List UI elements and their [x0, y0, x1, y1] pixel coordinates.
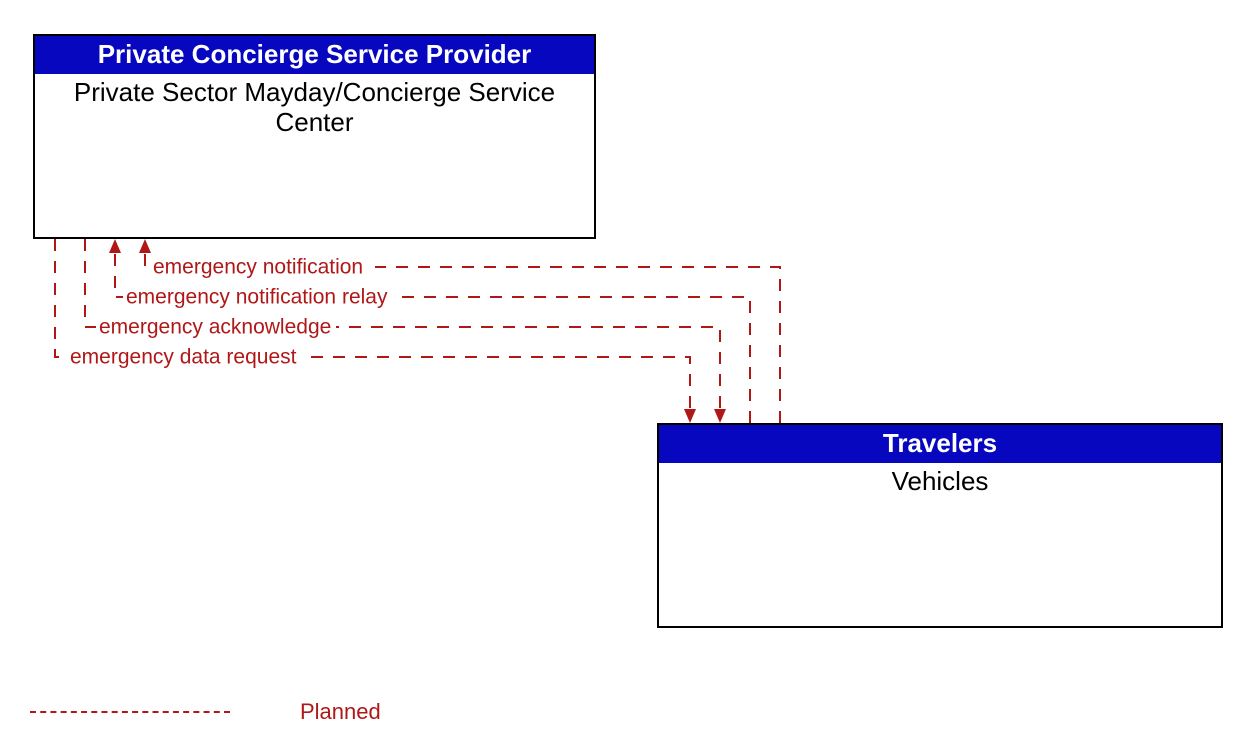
- legend-planned: Planned: [30, 699, 381, 725]
- entity-travelers-header: Travelers: [659, 425, 1221, 463]
- legend-line-icon: [30, 711, 230, 713]
- flow-emergency-acknowledge: emergency acknowledge: [85, 239, 726, 423]
- flow-emergency-notification: emergency notification: [139, 239, 780, 423]
- entity-provider-header: Private Concierge Service Provider: [35, 36, 594, 74]
- entity-provider-box: Private Concierge Service Provider Priva…: [33, 34, 596, 239]
- flow-label-emergency-data-request: emergency data request: [70, 346, 297, 369]
- flow-emergency-notification-relay: emergency notification relay: [109, 239, 750, 423]
- legend-planned-label: Planned: [300, 699, 381, 725]
- entity-provider-body: Private Sector Mayday/Concierge Service …: [35, 74, 594, 142]
- flow-label-emergency-notification-relay: emergency notification relay: [126, 286, 388, 309]
- entity-travelers-box: Travelers Vehicles: [657, 423, 1223, 628]
- flow-label-emergency-notification: emergency notification: [153, 256, 363, 279]
- flow-emergency-data-request: emergency data request: [55, 239, 696, 423]
- flow-label-emergency-acknowledge: emergency acknowledge: [99, 316, 331, 339]
- entity-travelers-body: Vehicles: [659, 463, 1221, 501]
